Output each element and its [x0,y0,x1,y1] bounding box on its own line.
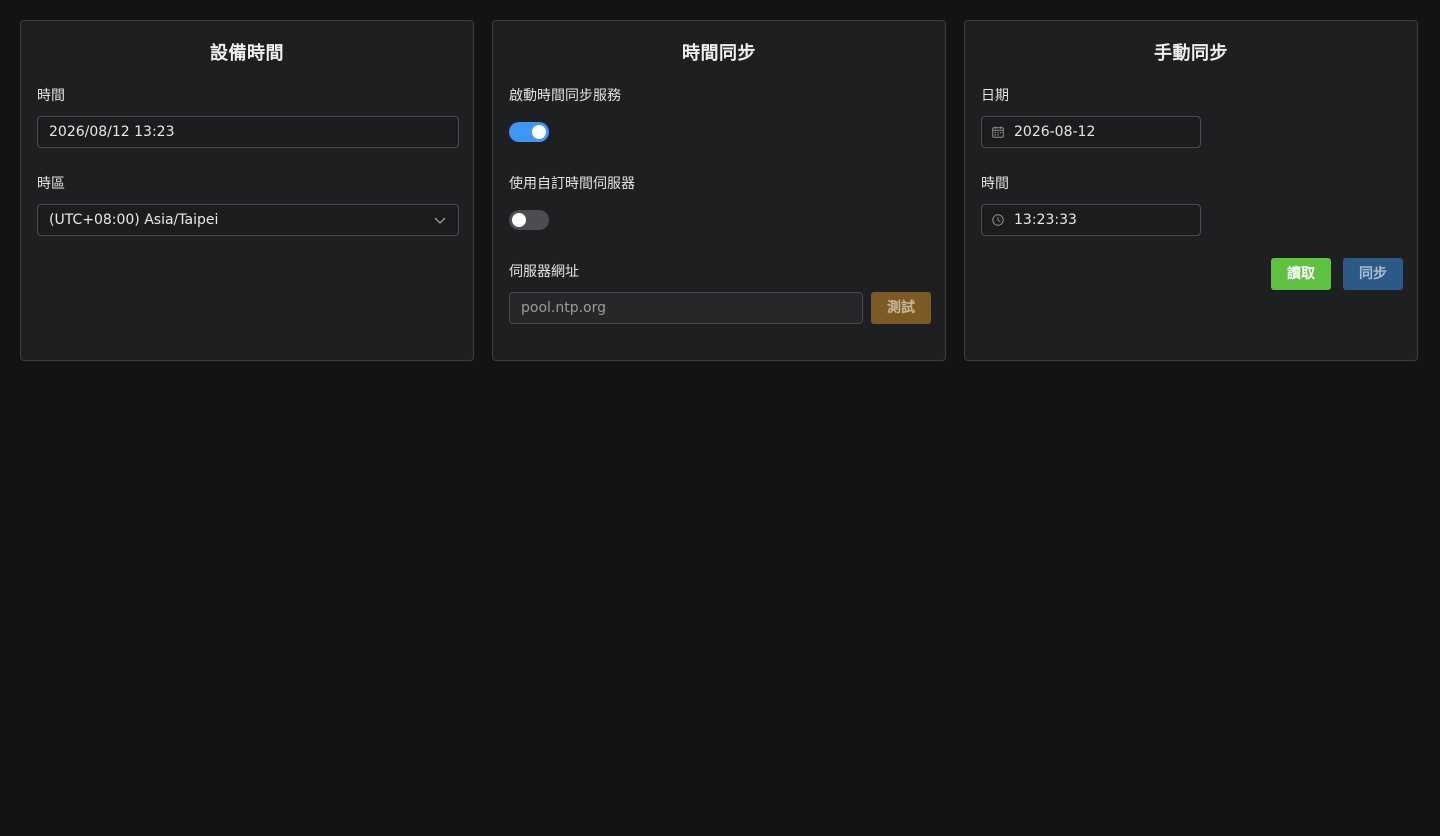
chevron-down-icon [434,217,446,224]
server-url-input[interactable]: pool.ntp.org [509,292,863,324]
time-sync-title: 時間同步 [682,43,756,64]
device-time-field[interactable]: 2026/08/12 13:23 [37,116,459,148]
device-time-card: 設備時間 時間 2026/08/12 13:23 時區 (UTC+08:00) … [20,20,474,361]
timezone-label: 時區 [37,176,65,192]
time-picker[interactable]: 13:23:33 [981,204,1201,236]
device-time-title: 設備時間 [210,43,284,64]
time-sync-card: 時間同步 啟動時間同步服務 使用自訂時間伺服器 伺服器網址 pool.ntp.o… [492,20,946,361]
date-value: 2026-08-12 [1014,124,1096,140]
toggle-knob [512,213,526,227]
server-url-value: pool.ntp.org [521,300,607,316]
custom-server-label: 使用自訂時間伺服器 [509,176,635,192]
manual-time-value: 13:23:33 [1014,212,1077,228]
date-picker[interactable]: 2026-08-12 [981,116,1201,148]
settings-panels: 設備時間 時間 2026/08/12 13:23 時區 (UTC+08:00) … [20,20,1420,363]
timezone-value: (UTC+08:00) Asia/Taipei [49,212,219,228]
toggle-knob [532,125,546,139]
calendar-icon [992,126,1004,138]
sync-button[interactable]: 同步 [1343,258,1403,290]
manual-time-label: 時間 [981,176,1009,192]
device-time-label: 時間 [37,88,65,104]
sync-service-label: 啟動時間同步服務 [509,88,621,104]
date-label: 日期 [981,88,1009,104]
manual-sync-card: 手動同步 日期 2026-08-12 時間 13:23:33 讀取 同步 [964,20,1418,361]
device-time-value: 2026/08/12 13:23 [49,124,175,140]
server-url-label: 伺服器網址 [509,264,579,280]
manual-sync-title: 手動同步 [1154,43,1228,64]
custom-server-toggle[interactable] [509,210,549,230]
sync-service-toggle[interactable] [509,122,549,142]
read-button[interactable]: 讀取 [1271,258,1331,290]
timezone-select[interactable]: (UTC+08:00) Asia/Taipei [37,204,459,236]
test-button[interactable]: 測試 [871,292,931,324]
clock-icon [992,214,1004,226]
